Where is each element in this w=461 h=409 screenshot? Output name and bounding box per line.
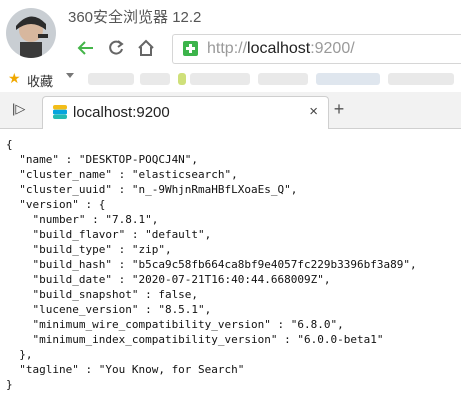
shield-plus-icon — [183, 41, 198, 56]
json-close-brace: } — [6, 378, 13, 391]
json-line: "build_hash" : "b5ca9c58fb664ca8bf9e4057… — [6, 258, 417, 271]
favorites-label[interactable]: 收藏 — [27, 71, 53, 90]
json-line: "cluster_name" : "elasticsearch", — [6, 168, 238, 181]
new-tab-button[interactable]: + — [330, 100, 348, 118]
json-line: "minimum_index_compatibility_version" : … — [6, 333, 384, 346]
bookmark-item[interactable] — [88, 73, 134, 85]
tab-strip: |▷ localhost:9200 × + — [0, 92, 461, 129]
reload-button[interactable] — [104, 36, 128, 60]
json-open-brace: { — [6, 138, 13, 151]
bookmark-item[interactable] — [178, 73, 186, 85]
json-line: "lucene_version" : "8.5.1", — [6, 303, 212, 316]
json-line: "build_snapshot" : false, — [6, 288, 199, 301]
user-avatar[interactable] — [6, 8, 56, 58]
json-line: "build_flavor" : "default", — [6, 228, 212, 241]
bookmarks-bar: ★ 收藏 — [0, 68, 461, 90]
url-port-path: :9200/ — [310, 40, 355, 57]
json-line: "name" : "DESKTOP-POQCJ4N", — [6, 153, 199, 166]
json-line: }, — [6, 348, 33, 361]
sidebar-toggle-icon[interactable]: |▷ — [12, 101, 25, 117]
back-button[interactable] — [74, 36, 98, 60]
browser-title-bar: 360安全浏览器 12.2 http://localhost:9200/ — [0, 0, 461, 68]
bookmark-item[interactable] — [316, 73, 380, 85]
page-content: { "name" : "DESKTOP-POQCJ4N", "cluster_n… — [0, 129, 461, 409]
json-line: "tagline" : "You Know, for Search" — [6, 363, 245, 376]
elasticsearch-icon — [53, 105, 67, 119]
address-bar[interactable]: http://localhost:9200/ — [172, 34, 461, 64]
address-url[interactable]: http://localhost:9200/ — [207, 40, 355, 58]
url-host: localhost — [247, 40, 311, 57]
home-button[interactable] — [134, 36, 158, 60]
json-response: { "name" : "DESKTOP-POQCJ4N", "cluster_n… — [0, 129, 461, 392]
bookmark-item[interactable] — [258, 73, 308, 85]
star-icon[interactable]: ★ — [8, 70, 21, 87]
json-line: "minimum_wire_compatibility_version" : "… — [6, 318, 344, 331]
json-line: "cluster_uuid" : "n_-9WhjnRmaHBfLXoaEs_Q… — [6, 183, 298, 196]
url-scheme: http:// — [207, 40, 248, 57]
window-title: 360安全浏览器 12.2 — [68, 9, 202, 26]
home-icon — [138, 39, 154, 56]
json-line: "build_date" : "2020-07-21T16:40:44.6680… — [6, 273, 331, 286]
bookmark-item[interactable] — [140, 73, 170, 85]
chevron-down-icon[interactable] — [66, 73, 74, 78]
json-line: "build_type" : "zip", — [6, 243, 172, 256]
back-arrow-icon — [77, 41, 93, 55]
json-line: "version" : { — [6, 198, 106, 211]
tab-title: localhost:9200 — [73, 104, 170, 121]
bookmark-item[interactable] — [190, 73, 250, 85]
bookmark-item[interactable] — [388, 73, 454, 85]
tab-localhost[interactable]: localhost:9200 × — [42, 96, 329, 129]
json-line: "number" : "7.8.1", — [6, 213, 159, 226]
close-icon[interactable]: × — [309, 103, 318, 120]
reload-icon — [109, 40, 124, 55]
